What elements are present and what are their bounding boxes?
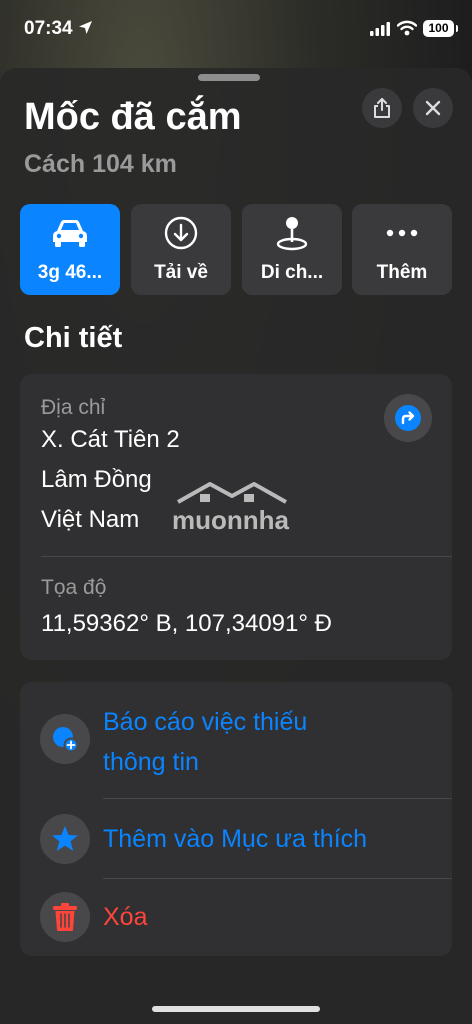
row-label: thông tin [103,748,199,776]
trash-icon [40,892,90,942]
share-icon [374,98,390,118]
action-label: Di ch... [260,262,324,283]
address-label: Địa chỉ [41,396,106,419]
wifi-icon [396,20,418,41]
action-buttons: 3g 46... Tải về Di ch... Thêm [20,204,452,295]
place-distance: Cách 104 km [24,150,177,178]
divider [103,798,452,799]
status-bar: 07:34 100 [0,0,472,58]
place-sheet: Mốc đã cắm Cách 104 km 3g 46... Tải về D… [0,68,472,1024]
place-title: Mốc đã cắm [24,96,242,138]
close-button[interactable] [413,88,453,128]
cellular-signal-icon [370,22,390,41]
watermark-text: muonnha [172,505,290,535]
delete-pin-button[interactable]: Xóa [103,897,147,937]
add-to-favorites-link[interactable]: Thêm vào Mục ưa thích [103,819,367,859]
row-label: Báo cáo việc thiếu [103,708,308,736]
location-arrow-icon [78,20,93,40]
share-button[interactable] [362,88,402,128]
coordinates-value: 11,59362° B, 107,34091° Đ [41,610,332,637]
battery-indicator: 100 [423,20,458,37]
address-line: X. Cát Tiên 2 [41,426,180,453]
divider [103,878,452,879]
action-label: Thêm [376,262,428,283]
address-line: Việt Nam [41,506,140,533]
action-label: 3g 46... [37,262,103,283]
watermark-logo: muonnha [170,478,305,538]
options-card: Báo cáo việc thiếu thông tin Thêm vào Mụ… [20,682,452,956]
sheet-grabber[interactable] [198,74,260,81]
car-icon [50,216,90,250]
report-missing-info-link[interactable]: Báo cáo việc thiếu thông tin [103,702,307,782]
more-button[interactable]: Thêm [352,204,452,295]
coordinates-label: Tọa độ [41,576,107,599]
move-pin-button[interactable]: Di ch... [242,204,342,295]
get-directions-button[interactable] [384,394,432,442]
pin-icon [275,216,309,251]
home-indicator[interactable] [152,1006,320,1012]
close-icon [425,100,441,116]
maps-screen: 07:34 100 Mốc đã cắm Cách 104 km 3g 46..… [0,0,472,1024]
directions-drive-button[interactable]: 3g 46... [20,204,120,295]
star-icon [40,814,90,864]
report-issue-icon [40,714,90,764]
download-icon [164,216,198,250]
action-label: Tải về [154,262,208,283]
directions-arrow-icon [395,405,421,431]
address-line: Lâm Đồng [41,466,152,493]
download-button[interactable]: Tải về [131,204,231,295]
divider [41,556,452,557]
more-icon [385,216,419,250]
status-time: 07:34 [24,18,73,39]
details-heading: Chi tiết [24,322,123,354]
